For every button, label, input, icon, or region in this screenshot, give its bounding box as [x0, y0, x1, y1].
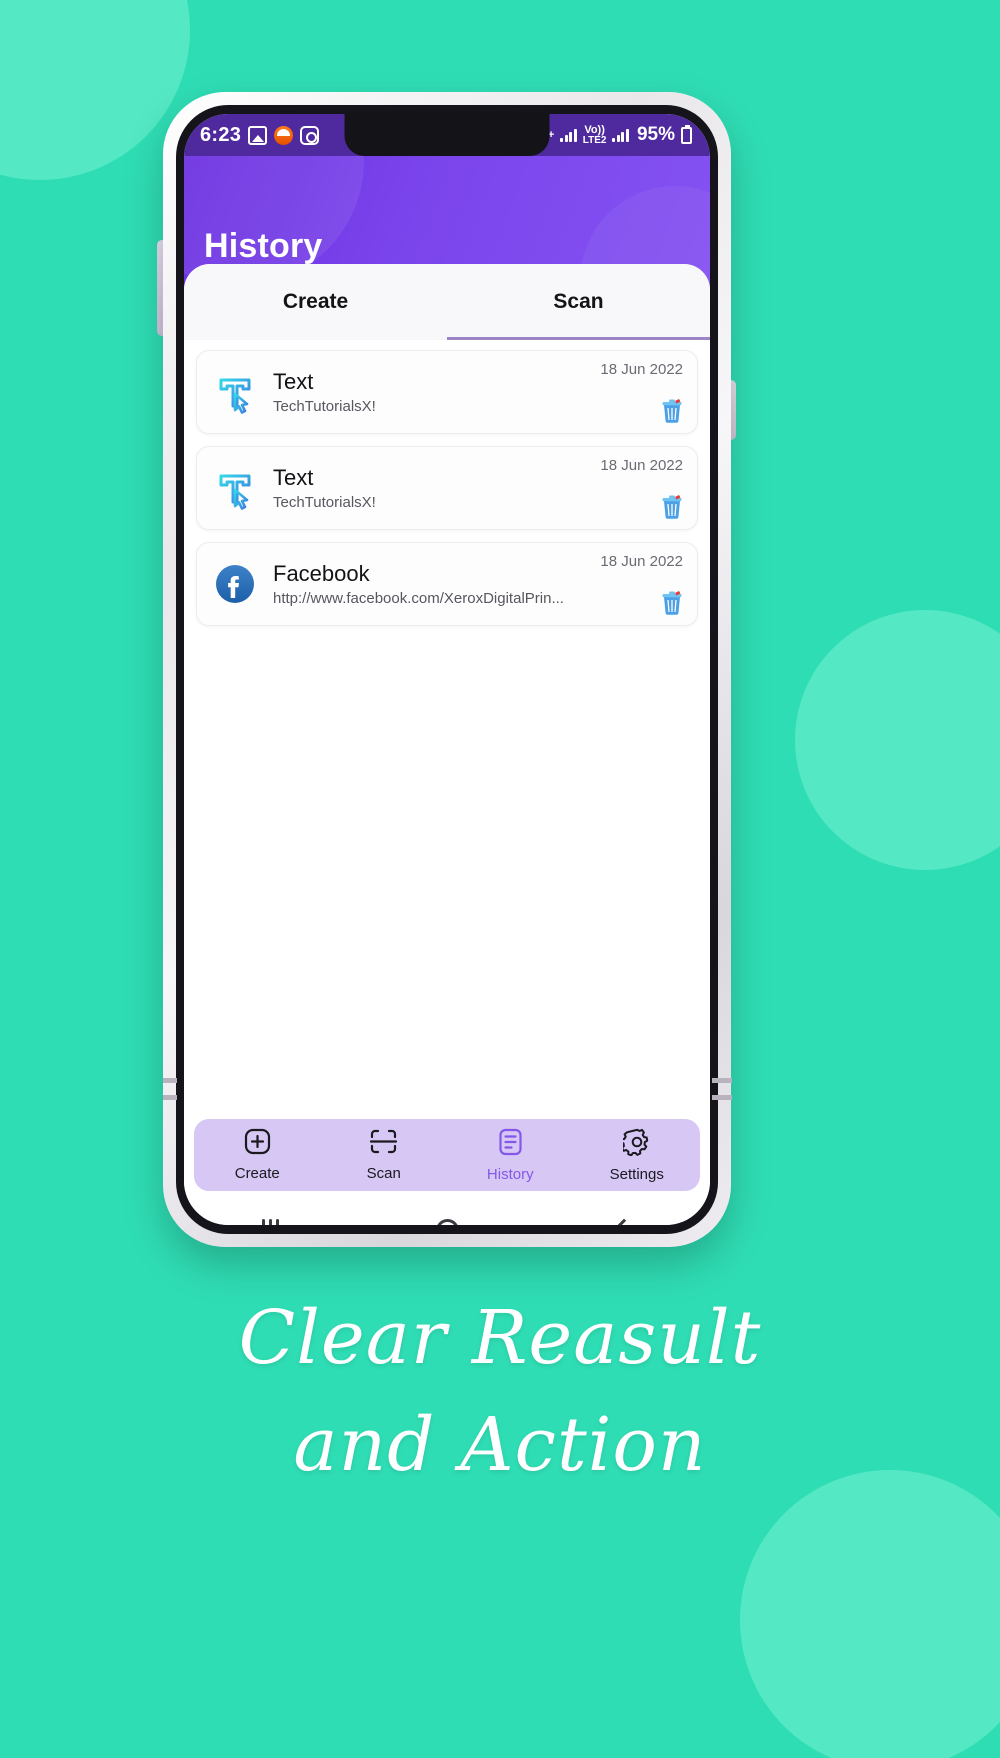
tab-bar: Create Scan: [184, 264, 710, 340]
list-item-subtitle: http://www.facebook.com/XeroxDigitalPrin…: [273, 589, 564, 607]
nav-item-scan[interactable]: Scan: [321, 1128, 448, 1182]
signal-bars-1-icon: [560, 128, 577, 142]
nav-item-history[interactable]: History: [447, 1128, 574, 1183]
delete-icon[interactable]: [661, 495, 683, 519]
text-cursor-icon: [211, 464, 259, 512]
volte-label: Vo)) LTE2: [582, 123, 607, 146]
nav-item-create[interactable]: Create: [194, 1128, 321, 1182]
phone-frame-seam: [712, 1095, 732, 1100]
status-bar-right: 4G+ Vo)) LTE2 95%: [533, 124, 692, 146]
list-item-date: 18 Jun 2022: [600, 361, 683, 378]
delete-icon[interactable]: [661, 591, 683, 615]
tab-scan-label: Scan: [553, 290, 604, 313]
list-item-subtitle: TechTutorialsX!: [273, 397, 376, 415]
promo-caption-line-2: and Action: [293, 1402, 707, 1489]
nav-item-scan-label: Scan: [366, 1165, 401, 1182]
volte-top-label: Vo)): [584, 123, 605, 136]
background-blob-right: [795, 610, 1000, 870]
battery-percent-label: 95%: [636, 124, 675, 145]
phone-screen: 6:23 4G+ Vo)) LTE2 95%: [184, 114, 710, 1225]
status-bar-left: 6:23: [200, 123, 320, 147]
bottom-navigation-bar: Create Scan History Settings: [194, 1119, 700, 1191]
back-icon[interactable]: [612, 1218, 635, 1225]
list-item[interactable]: Text TechTutorialsX! 18 Jun 2022: [196, 446, 698, 530]
signal-bars-2-icon: [612, 128, 629, 142]
tab-create[interactable]: Create: [184, 264, 447, 340]
list-item[interactable]: Facebook http://www.facebook.com/XeroxDi…: [196, 542, 698, 626]
nav-item-settings[interactable]: Settings: [574, 1128, 701, 1183]
recents-icon[interactable]: [262, 1219, 280, 1225]
zoom-app-icon: [274, 125, 294, 145]
plus-square-icon: [244, 1128, 271, 1160]
delete-icon[interactable]: [661, 399, 683, 423]
nav-item-settings-label: Settings: [609, 1165, 664, 1183]
battery-icon: [681, 124, 692, 144]
phone-bezel: 6:23 4G+ Vo)) LTE2 95%: [176, 105, 718, 1234]
tab-scan[interactable]: Scan: [447, 264, 710, 340]
list-item-date: 18 Jun 2022: [600, 457, 683, 474]
nav-item-history-label: History: [486, 1165, 534, 1183]
android-system-navigation: [184, 1201, 710, 1225]
camera-notch: [344, 114, 550, 156]
instagram-icon: [300, 125, 320, 145]
list-item[interactable]: Text TechTutorialsX! 18 Jun 2022: [196, 350, 698, 434]
scan-frame-icon: [369, 1128, 398, 1160]
history-list: Text TechTutorialsX! 18 Jun 2022 Text Te…: [184, 340, 710, 1119]
list-item-subtitle: TechTutorialsX!: [273, 493, 376, 511]
promo-caption: Clear Reasult and Action: [0, 1285, 1000, 1500]
promo-caption-line-1: Clear Reasult: [238, 1295, 762, 1381]
background-blob-top-left: [0, 0, 190, 180]
page-title: History: [204, 227, 323, 265]
home-icon[interactable]: [435, 1218, 459, 1225]
phone-frame-seam: [163, 1095, 177, 1100]
status-clock: 6:23: [200, 123, 242, 146]
phone-frame-seam: [163, 1078, 177, 1083]
photos-icon: [248, 125, 268, 145]
facebook-icon: [211, 560, 259, 608]
gear-icon: [619, 1128, 651, 1161]
list-item-date: 18 Jun 2022: [600, 553, 683, 570]
phone-mockup: 6:23 4G+ Vo)) LTE2 95%: [163, 92, 731, 1247]
content-sheet: Create Scan Text TechTutorialsX! 18 Jun …: [184, 264, 710, 1201]
phone-frame-seam: [712, 1078, 732, 1083]
tab-create-label: Create: [282, 290, 349, 313]
status-bar: 6:23 4G+ Vo)) LTE2 95%: [184, 114, 710, 156]
background-blob-bottom-right: [740, 1470, 1000, 1758]
nav-item-create-label: Create: [234, 1165, 280, 1182]
volte-bottom-label: LTE2: [582, 134, 607, 146]
document-list-icon: [498, 1128, 523, 1161]
text-cursor-icon: [211, 368, 259, 416]
